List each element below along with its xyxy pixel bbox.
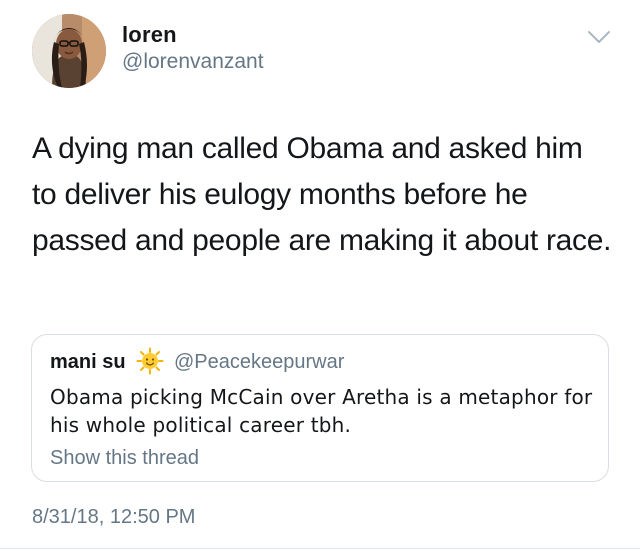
avatar-photo <box>32 14 106 88</box>
avatar[interactable] <box>32 14 106 88</box>
sun-emoji-icon <box>136 347 164 375</box>
quoted-author-handle[interactable]: @Peacekeepurwar <box>174 351 344 374</box>
divider <box>0 548 640 549</box>
quoted-author-display-name[interactable]: mani su <box>50 351 126 374</box>
tweet-text: A dying man called Obama and asked him t… <box>32 132 612 257</box>
quoted-tweet[interactable]: mani su @Peacekeepurwar Obama picking Mc… <box>31 334 609 482</box>
author-display-name[interactable]: loren <box>122 22 177 48</box>
show-thread-link[interactable]: Show this thread <box>50 447 199 470</box>
tweet-timestamp[interactable]: 8/31/18, 12:50 PM <box>32 506 195 529</box>
author-handle[interactable]: @lorenvanzant <box>122 50 264 74</box>
quoted-tweet-text: Obama picking McCain over Aretha is a me… <box>50 385 593 437</box>
chevron-down-icon[interactable] <box>586 28 612 46</box>
tweet: loren @lorenvanzant A dying man called O… <box>0 0 640 551</box>
